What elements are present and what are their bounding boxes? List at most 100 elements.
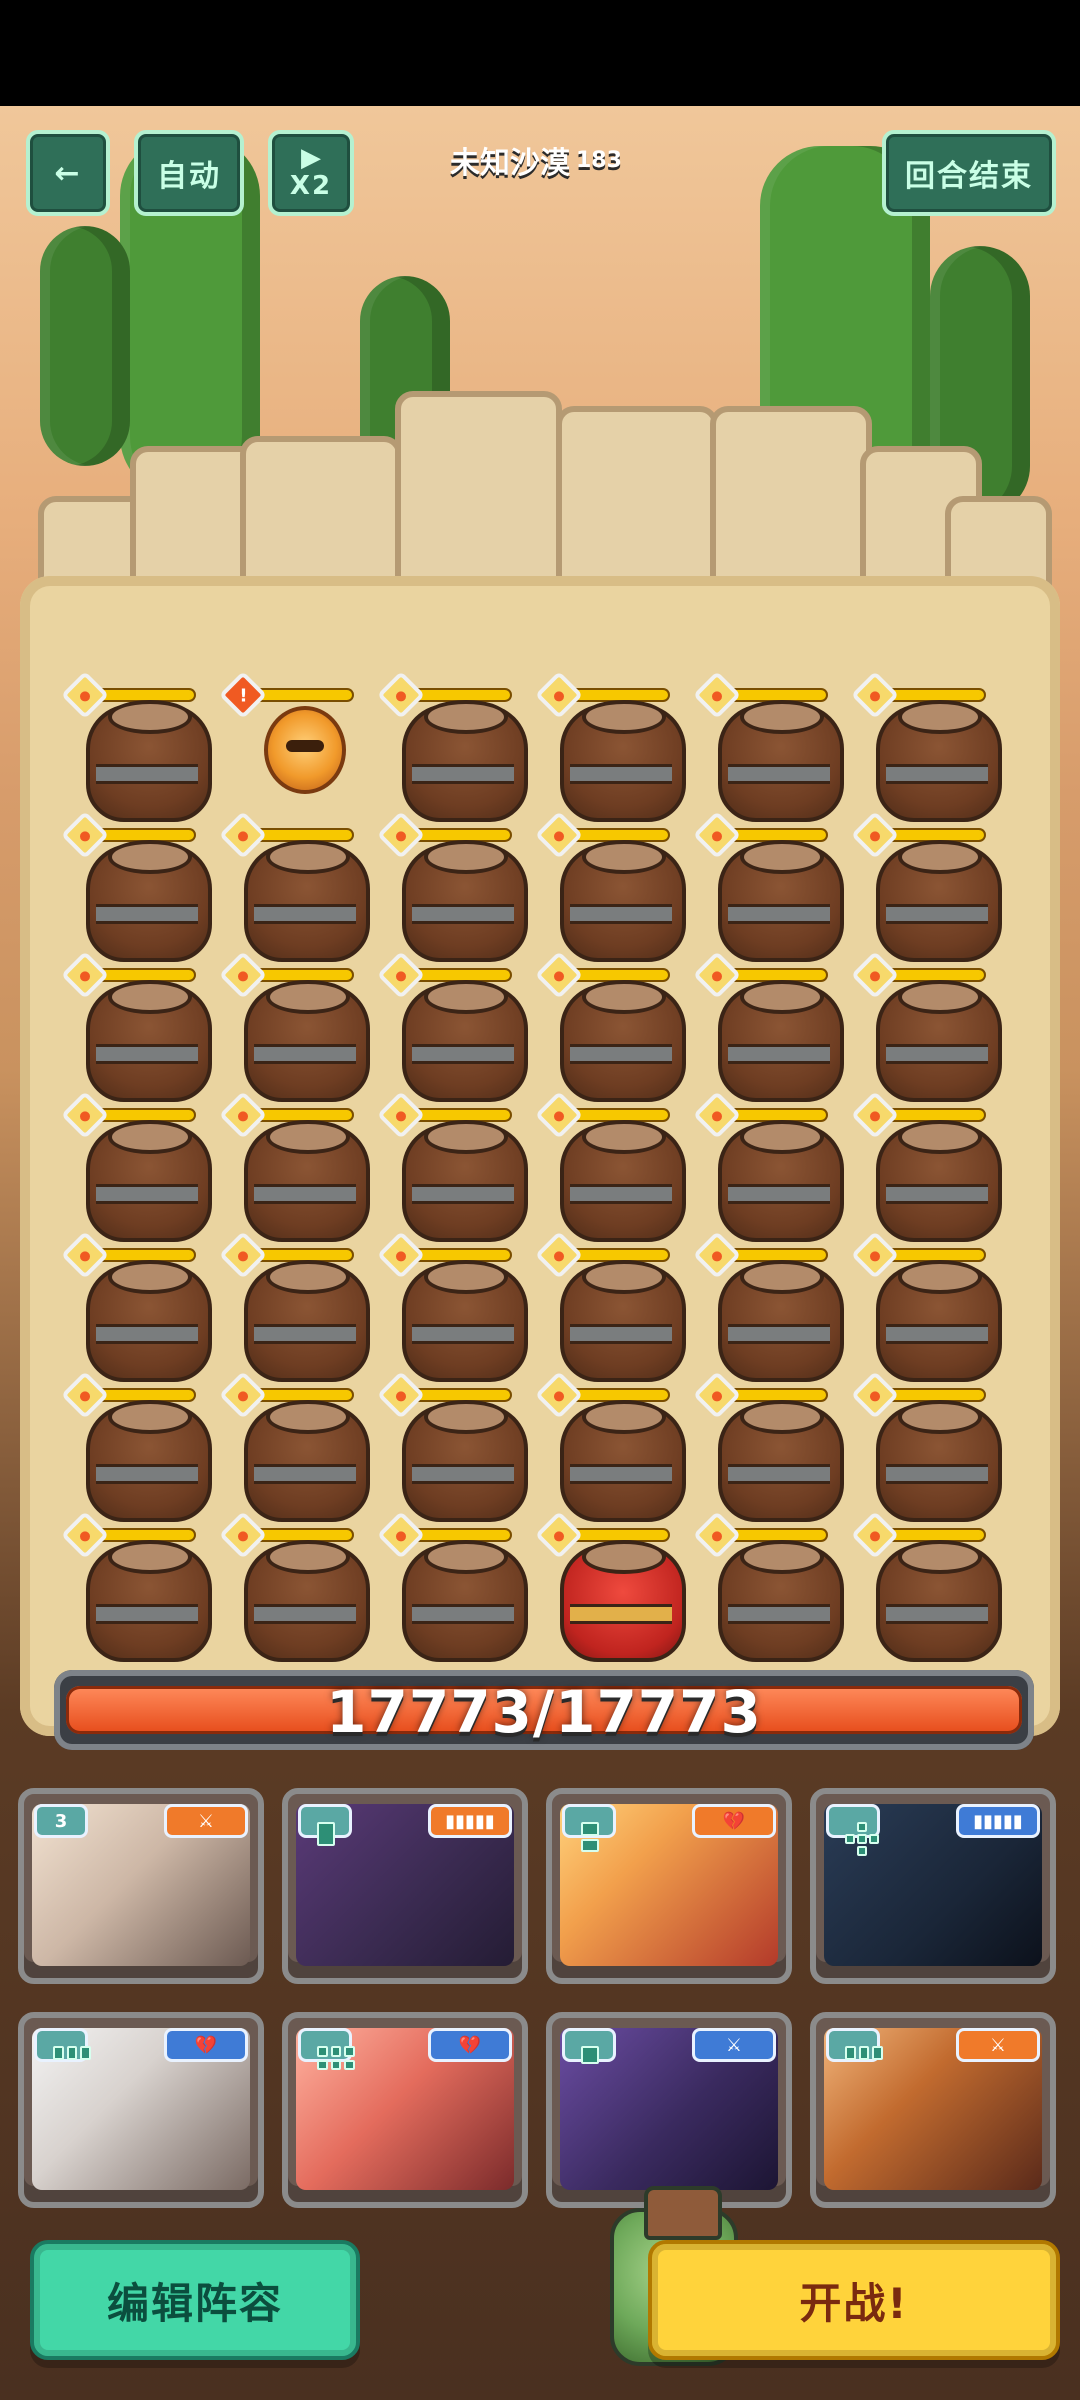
- board-cell[interactable]: [850, 950, 1008, 1102]
- board-cell[interactable]: [218, 1230, 376, 1382]
- hero-card[interactable]: 💔: [282, 2012, 528, 2208]
- board-cell[interactable]: [534, 670, 692, 822]
- board-cell[interactable]: [376, 670, 534, 822]
- board-cell[interactable]: [60, 1370, 218, 1522]
- board-cell[interactable]: [376, 1090, 534, 1242]
- board-cell[interactable]: [376, 1370, 534, 1522]
- target-icon: [60, 1510, 110, 1560]
- clay-pot: [718, 840, 844, 962]
- target-icon: [534, 1510, 584, 1560]
- board-cell[interactable]: [692, 1230, 850, 1382]
- board-cell[interactable]: [850, 810, 1008, 962]
- clay-pot: [718, 1260, 844, 1382]
- board-cell[interactable]: [218, 1510, 376, 1662]
- board-cell[interactable]: [692, 1370, 850, 1522]
- hero-card[interactable]: ▮▮▮▮▮: [282, 1788, 528, 1984]
- board-cell[interactable]: [534, 1370, 692, 1522]
- hero-card[interactable]: ⚔: [810, 2012, 1056, 2208]
- hero-shape-badge: [298, 2028, 355, 2070]
- edit-team-button[interactable]: 编辑阵容: [30, 2240, 360, 2360]
- target-icon: [692, 950, 742, 1000]
- target-icon: [534, 810, 584, 860]
- board-cell[interactable]: [218, 950, 376, 1102]
- board-cell[interactable]: [60, 950, 218, 1102]
- target-icon: [850, 1090, 900, 1140]
- bars-icon: ▮▮▮▮▮: [956, 1804, 1040, 1838]
- target-icon: [60, 670, 110, 720]
- board-cell[interactable]: [60, 1510, 218, 1662]
- board-cell[interactable]: [534, 1090, 692, 1242]
- alert-icon: !: [218, 670, 268, 720]
- board-cell[interactable]: [60, 1230, 218, 1382]
- board-cell[interactable]: [376, 810, 534, 962]
- team-health-text: 17773/17773: [326, 1678, 762, 1746]
- board-cell[interactable]: [218, 1370, 376, 1522]
- target-icon: [60, 810, 110, 860]
- hero-card[interactable]: ⚔: [546, 2012, 792, 2208]
- board-cell[interactable]: [850, 1230, 1008, 1382]
- auto-button[interactable]: 自动: [134, 130, 244, 216]
- speed-button[interactable]: ▶ X2: [268, 130, 354, 216]
- target-icon: [850, 1230, 900, 1280]
- start-battle-button[interactable]: 开战!: [648, 2240, 1060, 2360]
- board-cell[interactable]: [60, 1090, 218, 1242]
- board-cell[interactable]: [692, 810, 850, 962]
- board-cell[interactable]: [534, 810, 692, 962]
- board-cell[interactable]: [218, 1090, 376, 1242]
- clay-pot: [86, 840, 212, 962]
- board-cell[interactable]: [850, 1090, 1008, 1242]
- end-turn-label: 回合结束: [905, 159, 1033, 194]
- target-icon: [218, 1230, 268, 1280]
- hero-card[interactable]: 💔: [18, 2012, 264, 2208]
- target-icon: [850, 950, 900, 1000]
- clay-pot: [876, 700, 1002, 822]
- board-cell[interactable]: [534, 1230, 692, 1382]
- target-icon: [534, 1370, 584, 1420]
- clay-pot: [560, 1400, 686, 1522]
- board-cell[interactable]: [376, 950, 534, 1102]
- board-cell[interactable]: [850, 1510, 1008, 1662]
- hero-card[interactable]: ▮▮▮▮▮: [810, 1788, 1056, 1984]
- target-icon: [692, 810, 742, 860]
- board-cell[interactable]: [850, 1370, 1008, 1522]
- clay-pot: [718, 1400, 844, 1522]
- board-cell[interactable]: [534, 950, 692, 1102]
- target-icon: [376, 1090, 426, 1140]
- board-cell[interactable]: [218, 810, 376, 962]
- auto-label: 自动: [157, 159, 221, 194]
- board-cell[interactable]: [692, 1090, 850, 1242]
- clay-pot: [560, 1260, 686, 1382]
- board-cell[interactable]: [534, 1510, 692, 1662]
- board-cell[interactable]: [850, 670, 1008, 822]
- board-cell[interactable]: [60, 670, 218, 822]
- target-icon: [60, 1230, 110, 1280]
- target-icon: [376, 1230, 426, 1280]
- clay-pot: [86, 1120, 212, 1242]
- board-cell[interactable]: [376, 1230, 534, 1382]
- end-turn-button[interactable]: 回合结束: [882, 130, 1056, 216]
- board-cell[interactable]: [60, 810, 218, 962]
- back-button[interactable]: ←: [26, 130, 110, 216]
- pot-board: !: [20, 576, 1060, 1736]
- hero-shape-badge: [298, 1804, 352, 1846]
- board-cell[interactable]: !: [218, 670, 376, 818]
- clay-pot: [402, 1400, 528, 1522]
- board-cell[interactable]: [692, 1510, 850, 1662]
- clay-pot: [402, 700, 528, 822]
- clay-pot: [876, 1120, 1002, 1242]
- hero-card[interactable]: 💔: [546, 1788, 792, 1984]
- board-cell[interactable]: [376, 1510, 534, 1662]
- heart-broken-icon: 💔: [164, 2028, 248, 2062]
- target-icon: [376, 670, 426, 720]
- edit-team-label: 编辑阵容: [106, 2278, 283, 2328]
- hero-shape-badge: [562, 2028, 616, 2064]
- target-icon: [534, 670, 584, 720]
- board-cell[interactable]: [692, 670, 850, 822]
- target-icon: [218, 1370, 268, 1420]
- target-icon: [376, 1370, 426, 1420]
- red-pot: [560, 1540, 686, 1662]
- hero-card[interactable]: 3 ⚔: [18, 1788, 264, 1984]
- clay-pot: [876, 980, 1002, 1102]
- target-icon: [218, 1510, 268, 1560]
- board-cell[interactable]: [692, 950, 850, 1102]
